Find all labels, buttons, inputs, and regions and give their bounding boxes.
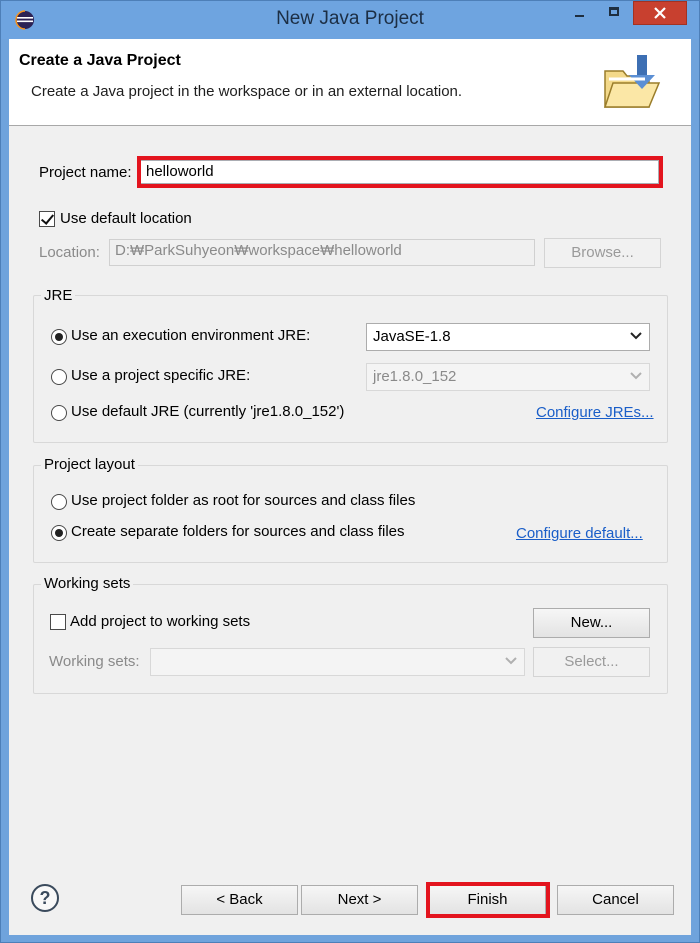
configure-jres-link[interactable]: Configure JREs...: [536, 404, 654, 421]
close-button[interactable]: [633, 1, 687, 25]
project-layout-group: [33, 465, 668, 563]
title-bar[interactable]: New Java Project: [1, 1, 699, 39]
chevron-down-icon: [630, 332, 642, 340]
default-jre-radio[interactable]: [51, 405, 67, 421]
location-label: Location:: [39, 244, 100, 261]
new-project-folder-icon: [603, 55, 661, 108]
use-default-location-label[interactable]: Use default location: [60, 210, 192, 227]
next-button[interactable]: Next >: [301, 885, 418, 915]
project-specific-jre-value: jre1.8.0_152: [373, 368, 457, 385]
add-to-working-sets-checkbox[interactable]: [50, 614, 66, 630]
wizard-title: Create a Java Project: [19, 52, 181, 69]
working-sets-label: Working sets:: [49, 653, 140, 670]
configure-default-link[interactable]: Configure default...: [516, 525, 643, 542]
jre-group-label: JRE: [41, 287, 76, 304]
project-name-label: Project name:: [39, 164, 132, 181]
project-specific-jre-label[interactable]: Use a project specific JRE:: [71, 367, 250, 384]
chevron-down-icon: [505, 657, 517, 665]
add-to-working-sets-label[interactable]: Add project to working sets: [70, 613, 250, 630]
select-working-sets-button[interactable]: Select...: [533, 647, 650, 677]
help-icon[interactable]: ?: [31, 884, 59, 912]
cancel-button[interactable]: Cancel: [557, 885, 674, 915]
layout-separate-radio[interactable]: [51, 525, 67, 541]
minimize-icon[interactable]: [567, 1, 593, 25]
finish-button[interactable]: Finish: [429, 885, 546, 915]
close-icon: [654, 7, 666, 19]
working-sets-group-label: Working sets: [41, 575, 134, 592]
execution-env-value: JavaSE-1.8: [373, 328, 451, 345]
new-working-set-button[interactable]: New...: [533, 608, 650, 638]
chevron-down-icon: [630, 372, 642, 380]
default-jre-label[interactable]: Use default JRE (currently 'jre1.8.0_152…: [71, 403, 344, 420]
project-name-input[interactable]: helloworld: [140, 160, 659, 184]
working-sets-group: [33, 584, 668, 694]
back-button[interactable]: < Back: [181, 885, 298, 915]
use-default-location-checkbox[interactable]: [39, 211, 55, 227]
project-specific-jre-select[interactable]: jre1.8.0_152: [366, 363, 650, 391]
maximize-icon[interactable]: [601, 1, 627, 25]
project-specific-jre-radio[interactable]: [51, 369, 67, 385]
layout-separate-label[interactable]: Create separate folders for sources and …: [71, 523, 405, 540]
window-title: New Java Project: [276, 8, 424, 29]
browse-button[interactable]: Browse...: [544, 238, 661, 268]
dialog-window: New Java Project Create a Java Project C…: [0, 0, 700, 943]
location-input[interactable]: D:₩ParkSuhyeon₩workspace₩helloworld: [109, 239, 535, 266]
layout-root-radio[interactable]: [51, 494, 67, 510]
dialog-client-area: Create a Java Project Create a Java proj…: [9, 39, 691, 935]
project-layout-group-label: Project layout: [41, 456, 138, 473]
execution-env-select[interactable]: JavaSE-1.8: [366, 323, 650, 351]
layout-root-label[interactable]: Use project folder as root for sources a…: [71, 492, 415, 509]
execution-env-radio[interactable]: [51, 329, 67, 345]
wizard-description: Create a Java project in the workspace o…: [31, 83, 463, 100]
wizard-header: Create a Java Project Create a Java proj…: [9, 39, 691, 126]
working-sets-select[interactable]: [150, 648, 525, 676]
execution-env-label[interactable]: Use an execution environment JRE:: [71, 327, 310, 344]
